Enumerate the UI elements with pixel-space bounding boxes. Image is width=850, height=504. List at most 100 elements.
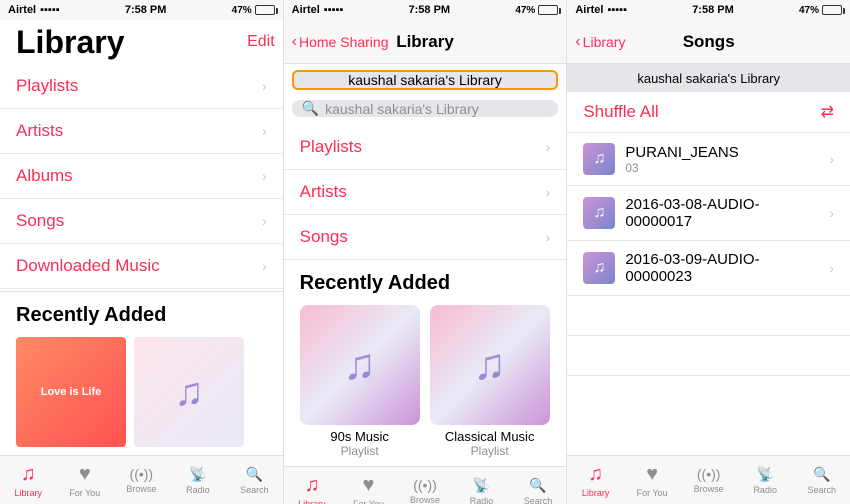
playlist-90s-title: 90s Music	[300, 429, 420, 444]
status-bar-2: Airtel ▪▪▪▪▪ 7:58 PM 47%	[284, 0, 567, 20]
time-3: 7:58 PM	[692, 4, 734, 16]
foryou-tab-label-2: For You	[353, 499, 384, 504]
hs-menu: Playlists › Artists › Songs ›	[284, 125, 567, 260]
edit-button[interactable]: Edit	[247, 33, 275, 51]
browse-tab-icon-2: ((•))	[413, 477, 437, 493]
menu-item-albums[interactable]: Albums ›	[0, 154, 283, 199]
playlist-classical-sub: Playlist	[430, 444, 550, 458]
song-subtitle-0: 03	[625, 161, 819, 175]
search-tab-label-2: Search	[524, 496, 553, 504]
menu-item-playlists[interactable]: Playlists ›	[0, 64, 283, 109]
back-label-3: Library	[583, 34, 626, 50]
foryou-tab-icon-3: ♥	[646, 463, 658, 486]
hs-menu-playlists[interactable]: Playlists ›	[284, 125, 567, 170]
search-bar[interactable]: 🔍 kaushal sakaria's Library	[292, 100, 559, 117]
back-label-2: Home Sharing	[299, 34, 389, 50]
battery-1: 47%	[232, 5, 252, 16]
song-item-2[interactable]: ♫ 2016-03-09-AUDIO-00000023 ›	[567, 241, 850, 296]
song-chevron-0: ›	[829, 151, 834, 167]
library-tab-icon: ♫	[21, 463, 36, 486]
shuffle-row[interactable]: Shuffle All ⇄	[567, 92, 850, 133]
chevron-albums: ›	[262, 168, 267, 184]
menu-item-songs[interactable]: Songs ›	[0, 199, 283, 244]
tab-foryou-3[interactable]: ♥ For You	[624, 456, 681, 504]
search-placeholder: kaushal sakaria's Library	[325, 101, 479, 117]
songs-library-text: kaushal sakaria's Library	[637, 71, 780, 86]
tab-foryou-1[interactable]: ♥ For You	[57, 456, 114, 504]
nav-bar-2: ‹ Home Sharing Library	[284, 20, 567, 64]
browse-tab-label-3: Browse	[694, 484, 724, 494]
hs-recently-added: Recently Added ♫ 90s Music Playlist ♫ Cl…	[284, 260, 567, 466]
tab-library-2[interactable]: ♫ Library	[284, 467, 341, 504]
library-selector-text: kaushal sakaria's Library	[348, 72, 502, 88]
radio-tab-label-2: Radio	[470, 496, 494, 504]
song-item-1[interactable]: ♫ 2016-03-08-AUDIO-00000017 ›	[567, 186, 850, 241]
browse-tab-icon-3: ((•))	[697, 466, 721, 482]
hs-menu-songs[interactable]: Songs ›	[284, 215, 567, 260]
library-title-area: Library Edit	[0, 20, 283, 64]
song-title-1: 2016-03-08-AUDIO-00000017	[625, 196, 819, 230]
browse-tab-label-2: Browse	[410, 495, 440, 504]
album-title-love: Love is Life	[37, 382, 106, 402]
album-love-is-life[interactable]: Love is Life	[16, 337, 126, 447]
search-tab-icon-2: 🔍	[529, 477, 546, 494]
search-tab-icon: 🔍	[246, 466, 263, 483]
library-selector[interactable]: kaushal sakaria's Library	[292, 70, 559, 90]
search-tab-label: Search	[240, 485, 269, 495]
tab-radio-3[interactable]: 📡 Radio	[737, 456, 794, 504]
song-chevron-2: ›	[829, 260, 834, 276]
song-icon-2: ♫	[583, 252, 615, 284]
music-note-classical: ♫	[473, 340, 506, 390]
tab-search-2[interactable]: 🔍 Search	[510, 467, 567, 504]
playlist-classical-title: Classical Music	[430, 429, 550, 444]
hs-menu-artists[interactable]: Artists ›	[284, 170, 567, 215]
tab-bar-1: ♫ Library ♥ For You ((•)) Browse 📡 Radio…	[0, 455, 283, 504]
back-button-2[interactable]: ‹ Home Sharing	[292, 33, 389, 51]
song-note-0: ♫	[593, 150, 605, 168]
song-note-1: ♫	[593, 204, 605, 222]
song-icon-1: ♫	[583, 197, 615, 229]
library-menu: Playlists › Artists › Albums › Songs › D…	[0, 64, 283, 291]
tab-radio-1[interactable]: 📡 Radio	[170, 456, 227, 504]
carrier-3: Airtel	[575, 4, 603, 16]
tab-browse-3[interactable]: ((•)) Browse	[680, 456, 737, 504]
album-thumb-note[interactable]: ♫	[134, 337, 244, 447]
song-info-0: PURANI_JEANS 03	[625, 144, 819, 175]
song-item-0[interactable]: ♫ PURANI_JEANS 03 ›	[567, 133, 850, 186]
status-bar-3: Airtel ▪▪▪▪▪ 7:58 PM 47%	[567, 0, 850, 20]
tab-browse-2[interactable]: ((•)) Browse	[397, 467, 454, 504]
back-button-3[interactable]: ‹ Library	[575, 33, 625, 51]
search-tab-label-3: Search	[807, 485, 836, 495]
tab-browse-1[interactable]: ((•)) Browse	[113, 456, 170, 504]
song-divider-1	[567, 296, 850, 336]
library-tab-label-2: Library	[298, 499, 326, 504]
songs-library-label: kaushal sakaria's Library	[567, 64, 850, 92]
song-icon-0: ♫	[583, 143, 615, 175]
hs-playlist-grid: ♫ 90s Music Playlist ♫ Classical Music P…	[300, 305, 551, 458]
playlist-classical[interactable]: ♫ Classical Music Playlist	[430, 305, 550, 458]
shuffle-text: Shuffle All	[583, 102, 658, 122]
tab-search-3[interactable]: 🔍 Search	[793, 456, 850, 504]
tab-library-3[interactable]: ♫ Library	[567, 456, 624, 504]
hs-recently-added-title: Recently Added	[300, 272, 551, 295]
search-icon: 🔍	[302, 100, 319, 117]
radio-tab-icon-2: 📡	[473, 477, 490, 494]
chevron-songs: ›	[262, 213, 267, 229]
shuffle-icon: ⇄	[821, 102, 834, 122]
menu-item-downloaded[interactable]: Downloaded Music ›	[0, 244, 283, 289]
library-tab-label-3: Library	[582, 488, 610, 498]
foryou-tab-icon: ♥	[79, 463, 91, 486]
carrier-2: Airtel	[292, 4, 320, 16]
signal-icon-2: ▪▪▪▪▪	[324, 4, 344, 16]
tab-radio-2[interactable]: 📡 Radio	[453, 467, 510, 504]
home-sharing-screen: Airtel ▪▪▪▪▪ 7:58 PM 47% ‹ Home Sharing …	[284, 0, 568, 504]
menu-item-artists[interactable]: Artists ›	[0, 109, 283, 154]
tab-foryou-2[interactable]: ♥ For You	[340, 467, 397, 504]
tab-library-1[interactable]: ♫ Library	[0, 456, 57, 504]
chevron-hs-songs: ›	[546, 229, 551, 245]
playlist-90s[interactable]: ♫ 90s Music Playlist	[300, 305, 420, 458]
library-title: Library	[16, 24, 124, 61]
battery-3: 47%	[799, 5, 819, 16]
time-2: 7:58 PM	[409, 4, 451, 16]
tab-search-1[interactable]: 🔍 Search	[226, 456, 283, 504]
